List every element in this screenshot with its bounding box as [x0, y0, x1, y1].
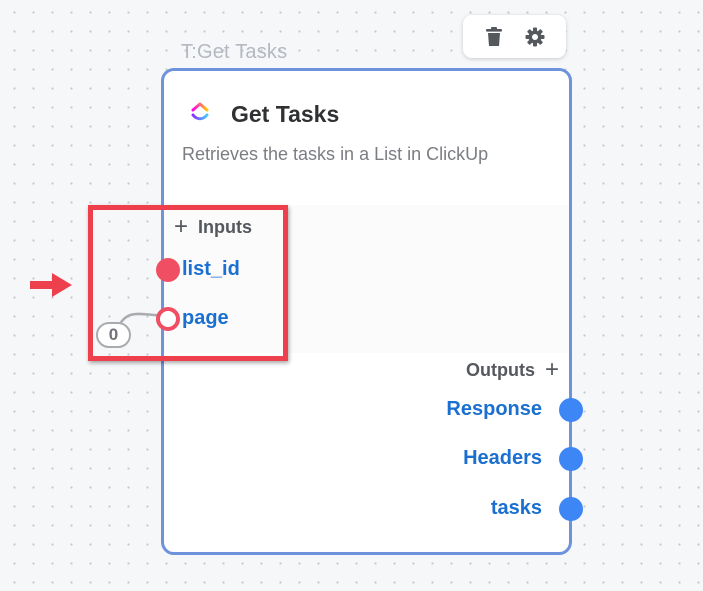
node-header: Get Tasks Retrieves the tasks in a List …	[164, 71, 569, 205]
inputs-highlight-box	[88, 205, 288, 361]
node-title: Get Tasks	[231, 101, 340, 127]
outputs-header: Outputs +	[466, 358, 559, 382]
settings-button[interactable]	[521, 23, 549, 51]
gear-icon	[525, 27, 545, 46]
output-port-tasks[interactable]	[559, 497, 583, 521]
output-port-headers[interactable]	[559, 447, 583, 471]
node-description: Retrieves the tasks in a List in ClickUp	[182, 144, 489, 164]
output-label-headers: Headers	[463, 447, 542, 469]
output-port-response[interactable]	[559, 398, 583, 422]
clickup-logo-icon	[191, 102, 209, 121]
output-label-tasks: tasks	[490, 497, 542, 519]
output-label-response: Response	[446, 398, 542, 420]
node-toolbar	[463, 15, 566, 58]
delete-button[interactable]	[480, 23, 508, 51]
pointer-arrow-icon	[30, 273, 72, 297]
node-label: T:Get Tasks	[181, 41, 288, 63]
add-output-button[interactable]: +	[545, 358, 559, 382]
outputs-header-label: Outputs	[465, 359, 535, 380]
trash-icon	[485, 26, 502, 46]
